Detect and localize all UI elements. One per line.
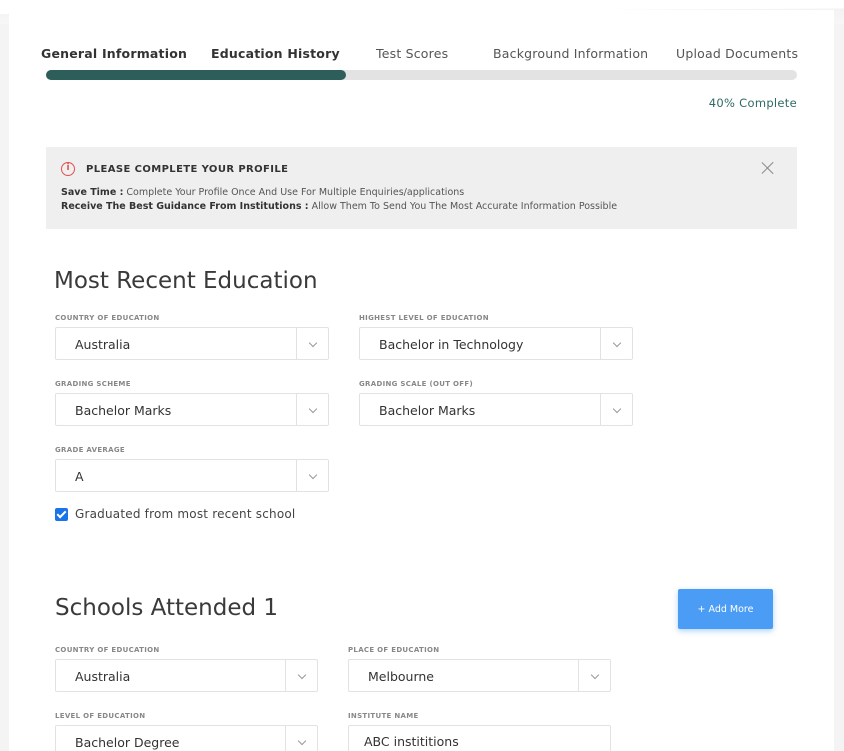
add-more-button[interactable]: + Add More — [678, 589, 773, 629]
tab-test-scores[interactable]: Test Scores — [376, 46, 448, 61]
grading-scheme-value: Bachelor Marks — [75, 403, 172, 418]
select-divider — [600, 394, 601, 425]
highest-level-value: Bachelor in Technology — [379, 337, 524, 352]
chevron-down-icon — [612, 404, 622, 414]
select-divider — [600, 328, 601, 359]
alert-title: PLEASE COMPLETE YOUR PROFILE — [86, 164, 289, 175]
grade-average-value: A — [75, 469, 84, 484]
tab-general-information[interactable]: General Information — [41, 46, 187, 61]
alert-line-guidance: Receive The Best Guidance From Instituti… — [61, 201, 617, 212]
progress-fill — [46, 70, 347, 80]
alert-line-save-time: Save Time : Complete Your Profile Once A… — [61, 187, 464, 198]
graduated-checkbox[interactable] — [55, 508, 68, 521]
profile-card: General Information Education History Te… — [9, 10, 834, 751]
school-country-value: Australia — [75, 669, 131, 684]
place-of-education-label: PLACE OF EDUCATION — [348, 646, 440, 654]
alert-line-save-time-label: Save Time : — [61, 187, 124, 198]
select-divider — [296, 394, 297, 425]
chevron-down-icon — [308, 470, 318, 480]
grading-scheme-label: GRADING SCHEME — [55, 380, 131, 388]
level-of-education-value: Bachelor Degree — [75, 735, 180, 750]
place-of-education-value: Melbourne — [368, 669, 434, 684]
select-divider — [285, 660, 286, 691]
country-of-education-select[interactable]: Australia — [55, 327, 329, 360]
chevron-down-icon — [297, 670, 307, 680]
chevron-down-icon — [590, 670, 600, 680]
institute-name-input[interactable] — [348, 725, 611, 751]
section-title-schools-attended: Schools Attended 1 — [55, 595, 279, 621]
highest-level-select[interactable]: Bachelor in Technology — [359, 327, 633, 360]
chevron-down-icon — [297, 736, 307, 746]
progress-bar — [46, 70, 797, 80]
select-divider — [296, 460, 297, 491]
tab-background-information[interactable]: Background Information — [493, 46, 648, 61]
chevron-down-icon — [308, 338, 318, 348]
graduated-checkbox-label[interactable]: Graduated from most recent school — [75, 507, 295, 521]
select-divider — [296, 328, 297, 359]
level-of-education-label: LEVEL OF EDUCATION — [55, 712, 146, 720]
institute-name-label: INSTITUTE NAME — [348, 712, 419, 720]
chevron-down-icon — [308, 404, 318, 414]
grade-average-select[interactable]: A — [55, 459, 329, 492]
school-country-label: COUNTRY OF EDUCATION — [55, 646, 160, 654]
school-country-select[interactable]: Australia — [55, 659, 318, 692]
grading-scale-select[interactable]: Bachelor Marks — [359, 393, 633, 426]
tab-upload-documents[interactable]: Upload Documents — [676, 46, 798, 61]
grading-scale-label: GRADING SCALE (OUT OFF) — [359, 380, 473, 388]
alert-line-guidance-label: Receive The Best Guidance From Instituti… — [61, 201, 309, 212]
tab-education-history[interactable]: Education History — [211, 46, 340, 61]
country-of-education-value: Australia — [75, 337, 131, 352]
profile-alert: i PLEASE COMPLETE YOUR PROFILE Save Time… — [46, 147, 797, 229]
country-of-education-label: COUNTRY OF EDUCATION — [55, 314, 160, 322]
select-divider — [578, 660, 579, 691]
grading-scale-value: Bachelor Marks — [379, 403, 476, 418]
info-circle-icon: i — [61, 162, 75, 176]
grade-average-label: GRADE AVERAGE — [55, 446, 125, 454]
alert-line-guidance-text: Allow Them To Send You The Most Accurate… — [308, 201, 618, 212]
progress-label: 40% Complete — [708, 96, 797, 110]
close-icon[interactable] — [761, 161, 775, 175]
chevron-down-icon — [612, 338, 622, 348]
level-of-education-select[interactable]: Bachelor Degree — [55, 725, 318, 751]
select-divider — [285, 726, 286, 751]
grading-scheme-select[interactable]: Bachelor Marks — [55, 393, 329, 426]
highest-level-label: HIGHEST LEVEL OF EDUCATION — [359, 314, 489, 322]
wizard-tabs: General Information Education History Te… — [9, 46, 834, 66]
section-title-recent-education: Most Recent Education — [54, 268, 318, 294]
place-of-education-select[interactable]: Melbourne — [348, 659, 611, 692]
alert-line-save-time-text: Complete Your Profile Once And Use For M… — [123, 187, 465, 198]
